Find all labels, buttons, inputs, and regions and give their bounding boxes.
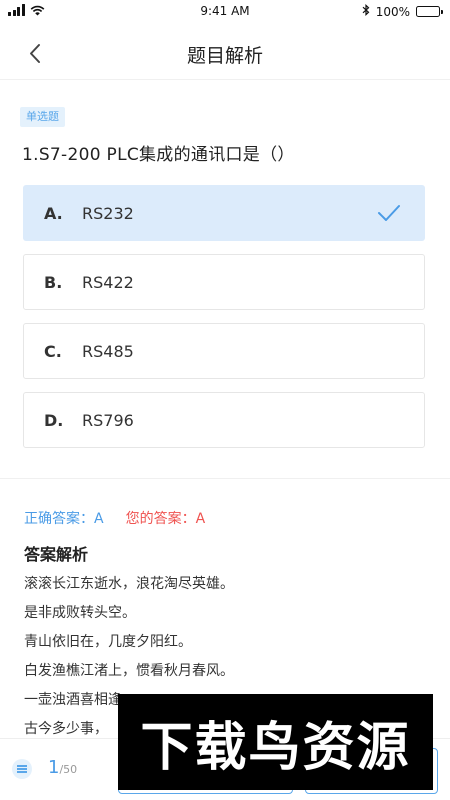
total-questions: /50	[59, 763, 78, 776]
battery-percent: 100%	[375, 4, 410, 19]
status-right: 100%	[362, 3, 443, 19]
option-c[interactable]: C. RS485	[23, 323, 425, 379]
option-b[interactable]: B. RS422	[23, 254, 425, 310]
analysis-title: 答案解析	[24, 545, 89, 564]
option-text: RS232	[82, 203, 134, 223]
option-text: RS422	[82, 272, 134, 292]
question-type-badge: 单选题	[20, 107, 65, 127]
question-list-icon[interactable]	[12, 759, 32, 779]
current-question-number: 1	[48, 757, 60, 778]
option-a[interactable]: A. RS232	[23, 185, 425, 241]
nav-bar: 题目解析	[0, 26, 450, 80]
option-letter: A.	[44, 203, 63, 223]
analysis-line: 滚滚长江东逝水，浪花淘尽英雄。	[24, 576, 234, 592]
status-bar: 9:41 AM 100%	[0, 0, 450, 24]
checkmark-icon	[376, 201, 402, 229]
analysis-line: 青山依旧在，几度夕阳红。	[24, 634, 192, 650]
divider	[0, 478, 450, 479]
option-text: RS485	[82, 341, 134, 361]
option-d[interactable]: D. RS796	[23, 392, 425, 448]
watermark-logo: 下载鸟资源	[118, 694, 433, 790]
analysis-line: 是非成败转头空。	[24, 605, 136, 621]
option-letter: B.	[44, 272, 63, 292]
option-letter: D.	[44, 410, 64, 430]
question-text: 1.S7-200 PLC集成的通讯口是（）	[22, 145, 295, 165]
analysis-line: 白发渔樵江渚上，惯看秋月春风。	[24, 663, 234, 679]
your-answer: 您的答案：A	[125, 511, 206, 527]
answer-summary: 正确答案：A 您的答案：A	[24, 508, 205, 528]
correct-answer: 正确答案：A	[24, 511, 104, 527]
option-letter: C.	[44, 341, 62, 361]
page-title: 题目解析	[186, 45, 263, 67]
question-progress: 1 /50	[48, 757, 77, 778]
watermark-text: 下载鸟资源	[140, 717, 411, 778]
options-list: A. RS232 B. RS422 C. RS485 D. RS796	[23, 185, 425, 461]
option-text: RS796	[82, 410, 134, 430]
battery-icon	[416, 6, 443, 17]
bluetooth-icon	[362, 3, 370, 19]
